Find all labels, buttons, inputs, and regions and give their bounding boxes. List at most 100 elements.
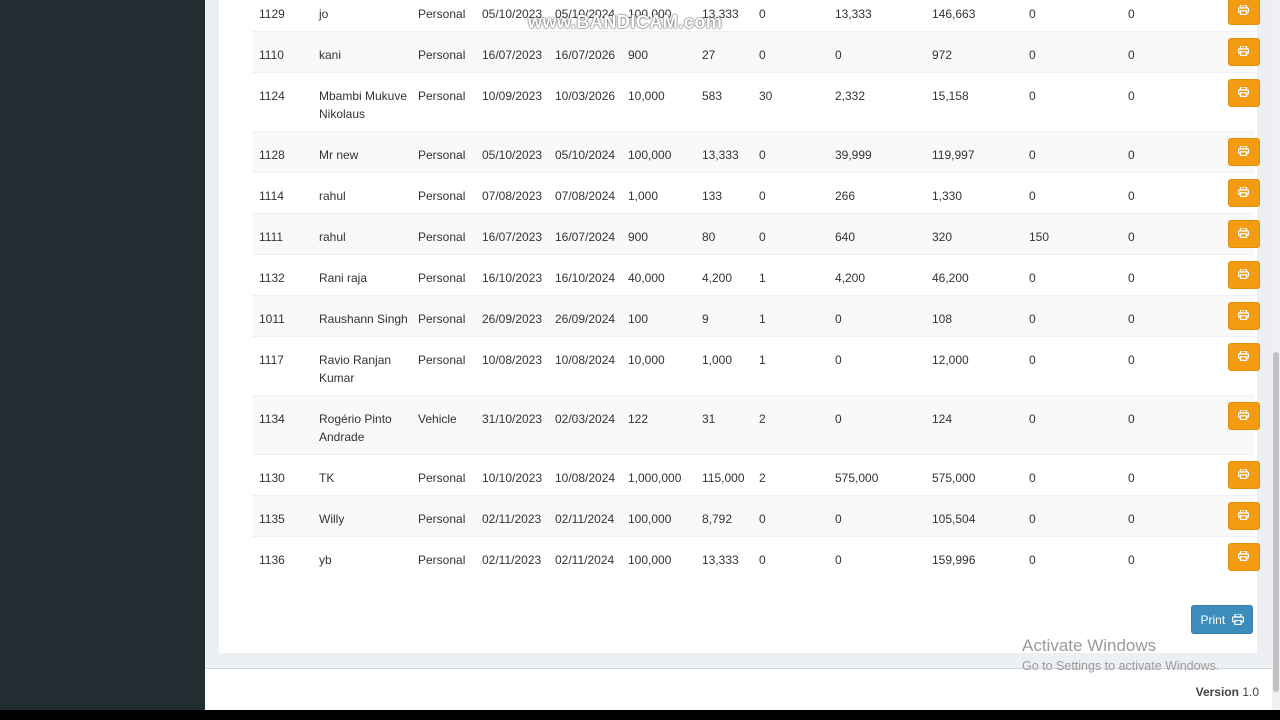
customer-name: Mr new xyxy=(319,148,359,162)
due-amount-cell: 0 xyxy=(1128,31,1228,73)
loan-id-cell: 1110 xyxy=(252,31,319,73)
printer-icon xyxy=(1238,269,1249,279)
due-amount: 0 xyxy=(1128,148,1135,162)
table-row: 1135 Willy Personal 02/11/2023 02/11/2024 100… xyxy=(252,495,1260,537)
row-print-button[interactable] xyxy=(1228,261,1260,289)
loan-id-cell: 1136 xyxy=(252,537,319,578)
table-row: 1128 Mr new Personal 05/10/2023 05/10/2024 10… xyxy=(252,131,1260,173)
interest-amount: 266 xyxy=(835,189,856,203)
paid-amount-cell: 0 xyxy=(1029,0,1128,32)
total-amount: 159,996 xyxy=(932,553,976,567)
loan-type: Vehicle xyxy=(418,412,457,426)
installment-count-cell: 0 xyxy=(759,131,835,173)
end-date: 02/03/2024 xyxy=(555,412,616,426)
loan-id-cell: 1011 xyxy=(252,295,319,337)
loan-amount-cell: 100,000 xyxy=(628,537,702,578)
paid-amount: 0 xyxy=(1029,189,1036,203)
row-print-button[interactable] xyxy=(1228,38,1260,66)
loan-type-cell: Personal xyxy=(418,131,482,173)
page-scrollbar[interactable] xyxy=(1272,0,1280,710)
due-amount: 0 xyxy=(1128,353,1135,367)
total-amount-cell: 124 xyxy=(932,395,1029,455)
customer-name: rahul xyxy=(319,230,346,244)
loan-type: Personal xyxy=(418,553,466,567)
loan-id-cell: 1135 xyxy=(252,495,319,537)
total-amount: 105,504 xyxy=(932,512,976,526)
end-date-cell: 10/03/2026 xyxy=(555,73,628,132)
row-print-button[interactable] xyxy=(1228,302,1260,330)
loan-id: 1135 xyxy=(259,512,285,526)
print-button[interactable]: Print xyxy=(1191,605,1253,634)
installment-count: 2 xyxy=(759,471,766,485)
interest-amount: 13,333 xyxy=(835,7,872,21)
customer-name-cell: rahul xyxy=(319,213,418,255)
loan-amount: 100,000 xyxy=(628,553,672,567)
paid-amount-cell: 0 xyxy=(1029,173,1128,214)
total-amount: 108 xyxy=(932,312,953,326)
loan-id-cell: 1117 xyxy=(252,337,319,396)
emi-amount: 583 xyxy=(702,89,723,103)
end-date: 10/03/2026 xyxy=(555,89,616,103)
end-date: 02/11/2024 xyxy=(555,512,615,526)
row-print-button[interactable] xyxy=(1228,461,1260,489)
loan-amount: 1,000,000 xyxy=(628,471,682,485)
row-print-button[interactable] xyxy=(1228,0,1260,25)
interest-amount-cell: 0 xyxy=(835,31,932,73)
emi-amount-cell: 1,000 xyxy=(702,337,759,396)
interest-amount-cell: 0 xyxy=(835,537,932,578)
installment-count-cell: 1 xyxy=(759,337,835,396)
due-amount-cell: 0 xyxy=(1128,295,1228,337)
row-print-button[interactable] xyxy=(1228,502,1260,530)
paid-amount: 0 xyxy=(1029,471,1036,485)
row-print-button[interactable] xyxy=(1228,179,1260,207)
start-date: 07/08/2023 xyxy=(482,189,543,203)
installment-count-cell: 1 xyxy=(759,255,835,296)
customer-name-cell: rahul xyxy=(319,173,418,214)
total-amount: 146,663 xyxy=(932,7,976,21)
printer-icon xyxy=(1238,187,1249,197)
interest-amount: 4,200 xyxy=(835,271,866,285)
due-amount-cell: 0 xyxy=(1128,213,1228,255)
row-print-button[interactable] xyxy=(1228,543,1260,571)
row-action-cell xyxy=(1228,73,1260,132)
due-amount-cell: 0 xyxy=(1128,131,1228,173)
due-amount-cell: 0 xyxy=(1128,537,1228,578)
loan-amount-cell: 10,000 xyxy=(628,337,702,396)
row-print-button[interactable] xyxy=(1228,220,1260,248)
scrollbar-thumb[interactable] xyxy=(1273,352,1279,692)
row-action-cell xyxy=(1228,31,1260,73)
loan-id: 1134 xyxy=(259,412,285,426)
row-print-button[interactable] xyxy=(1228,138,1260,166)
table-row: 1129 jo Personal 05/10/2023 05/10/2024 100,00… xyxy=(252,0,1260,32)
end-date-cell: 02/11/2024 xyxy=(555,537,628,578)
version-info: Version 1.0 xyxy=(1196,685,1259,699)
customer-name-cell: Willy xyxy=(319,495,418,537)
row-action-cell xyxy=(1228,0,1260,32)
end-date: 10/08/2024 xyxy=(555,471,616,485)
row-print-button[interactable] xyxy=(1228,402,1260,430)
printer-icon xyxy=(1238,310,1249,320)
loan-amount: 10,000 xyxy=(628,353,665,367)
row-print-button[interactable] xyxy=(1228,79,1260,107)
row-print-button[interactable] xyxy=(1228,343,1260,371)
start-date: 31/10/2023 xyxy=(482,412,543,426)
total-amount-cell: 972 xyxy=(932,31,1029,73)
loan-id: 1128 xyxy=(259,148,285,162)
printer-icon xyxy=(1238,46,1249,56)
table-row: 1124 Mbambi Mukuve Nikolaus Personal 10/09/… xyxy=(252,72,1260,132)
end-date-cell: 16/10/2024 xyxy=(555,255,628,296)
loan-id: 1011 xyxy=(259,312,285,326)
loan-id: 1114 xyxy=(259,189,284,203)
due-amount: 0 xyxy=(1128,312,1135,326)
paid-amount-cell: 0 xyxy=(1029,337,1128,396)
total-amount-cell: 119,997 xyxy=(932,131,1029,173)
total-amount: 124 xyxy=(932,412,953,426)
loan-type-cell: Personal xyxy=(418,337,482,396)
paid-amount-cell: 0 xyxy=(1029,255,1128,296)
loan-type: Personal xyxy=(418,230,466,244)
interest-amount-cell: 640 xyxy=(835,213,932,255)
interest-amount: 575,000 xyxy=(835,471,879,485)
customer-name-cell: yb xyxy=(319,537,418,578)
emi-amount: 9 xyxy=(702,312,709,326)
due-amount-cell: 0 xyxy=(1128,455,1228,496)
